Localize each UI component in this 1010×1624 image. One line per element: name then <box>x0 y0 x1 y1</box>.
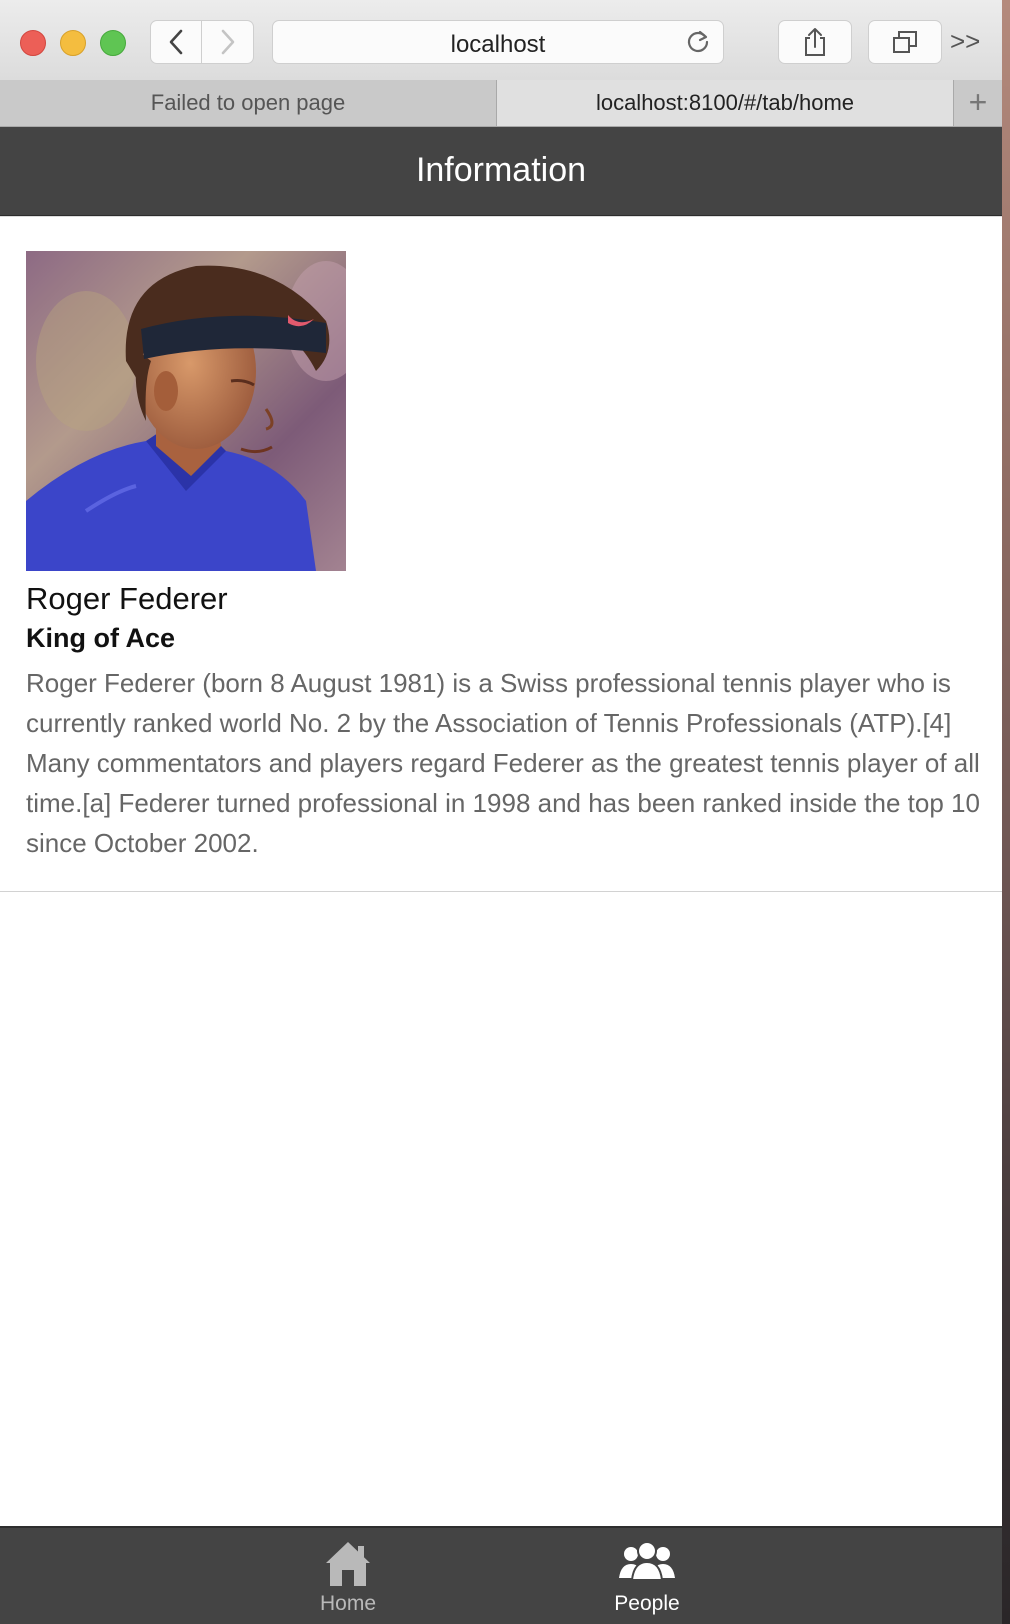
browser-window: localhost >> Failed to open page localho… <box>0 0 1002 1624</box>
browser-tab-active[interactable]: localhost:8100/#/tab/home <box>497 80 954 126</box>
new-tab-button[interactable]: + <box>954 80 1002 126</box>
address-text: localhost <box>450 31 546 58</box>
browser-tab[interactable]: Failed to open page <box>0 80 497 126</box>
profile-photo <box>26 251 346 571</box>
close-window-button[interactable] <box>20 30 46 56</box>
navigation-buttons <box>150 20 256 64</box>
forward-button[interactable] <box>202 20 254 64</box>
share-button[interactable] <box>778 20 852 64</box>
address-bar[interactable]: localhost <box>272 20 724 64</box>
back-button[interactable] <box>150 20 202 64</box>
app-header: Information <box>0 127 1002 216</box>
profile-subtitle: King of Ace <box>26 623 176 653</box>
tabs-overview-icon <box>893 31 917 53</box>
tab-people[interactable]: People <box>547 1528 747 1624</box>
browser-tab-bar: Failed to open page localhost:8100/#/tab… <box>0 80 1002 127</box>
show-tabs-button[interactable] <box>868 20 942 64</box>
tab-home[interactable]: Home <box>248 1528 448 1624</box>
desktop-background <box>1002 0 1010 1624</box>
share-icon <box>805 28 825 56</box>
page-title: Information <box>415 151 587 189</box>
tab-people-label: People <box>614 1592 680 1615</box>
more-toolbar-items-button[interactable]: >> <box>950 26 980 57</box>
zoom-window-button[interactable] <box>100 30 126 56</box>
profile-card: Roger Federer King of Ace Roger Federer … <box>0 216 1002 892</box>
home-icon <box>326 1542 370 1586</box>
browser-toolbar: localhost >> <box>0 0 1002 81</box>
profile-name: Roger Federer <box>26 581 228 616</box>
tab-home-label: Home <box>319 1592 377 1615</box>
chevron-left-icon <box>169 29 183 55</box>
profile-bio: Roger Federer (born 8 August 1981) is a … <box>26 668 980 858</box>
chevron-right-icon <box>221 29 234 55</box>
bottom-tab-bar: Home People <box>0 1526 1002 1624</box>
minimize-window-button[interactable] <box>60 30 86 56</box>
reload-icon[interactable] <box>685 29 711 55</box>
people-icon <box>619 1541 675 1581</box>
